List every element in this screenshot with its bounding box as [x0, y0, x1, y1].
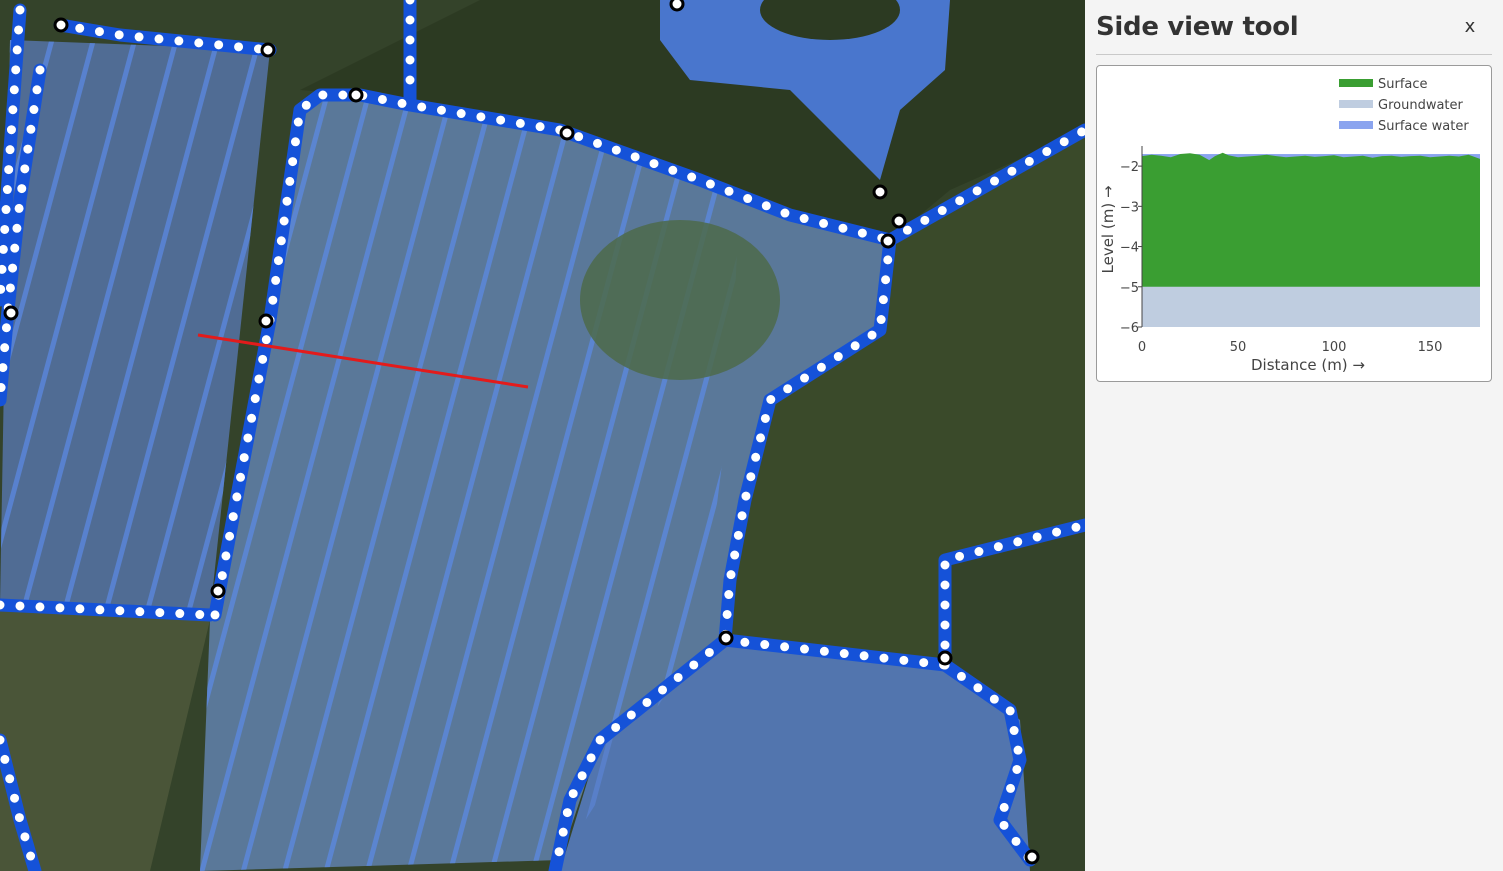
- y-tick-label: −6: [1120, 321, 1139, 336]
- chart-canvas: Surface Groundwater Surface water −2 −3 −4 −5…: [1099, 77, 1480, 374]
- map-view[interactable]: [0, 0, 1085, 871]
- x-tick-label: 50: [1230, 340, 1247, 355]
- node-marker[interactable]: [880, 233, 896, 249]
- node-marker[interactable]: [669, 0, 685, 12]
- side-view-chart: Surface Groundwater Surface water −2 −3 −4 −5…: [1096, 65, 1492, 382]
- x-axis-label: Distance (m) →: [1251, 356, 1365, 374]
- legend-label: Surface: [1378, 77, 1428, 92]
- node-marker[interactable]: [258, 313, 274, 329]
- node-marker[interactable]: [718, 630, 734, 646]
- groundwater-area: [1142, 286, 1480, 327]
- surface-area: [1142, 152, 1480, 287]
- x-tick-label: 150: [1418, 340, 1443, 355]
- title-divider: [1096, 54, 1492, 55]
- legend-swatch: [1339, 121, 1373, 129]
- y-axis-label: Level (m) →: [1099, 185, 1117, 273]
- map-canvas[interactable]: [0, 0, 1085, 871]
- close-button[interactable]: x: [1458, 14, 1482, 40]
- node-marker[interactable]: [260, 42, 276, 58]
- legend-label: Surface water: [1378, 119, 1469, 134]
- node-marker[interactable]: [210, 583, 226, 599]
- node-marker[interactable]: [3, 305, 19, 321]
- panel-title: Side view tool: [1096, 12, 1299, 42]
- side-view-panel: Side view tool x Surface Groundwater Surfa…: [1085, 0, 1503, 871]
- x-tick-label: 0: [1138, 340, 1146, 355]
- node-marker[interactable]: [872, 184, 888, 200]
- node-marker[interactable]: [937, 650, 953, 666]
- chart-legend: Surface Groundwater Surface water: [1339, 77, 1469, 134]
- legend-swatch: [1339, 100, 1373, 108]
- node-marker[interactable]: [348, 87, 364, 103]
- y-tick-label: −2: [1120, 160, 1139, 175]
- node-marker[interactable]: [1024, 849, 1040, 865]
- y-tick-label: −5: [1120, 281, 1139, 296]
- green-patch: [580, 220, 780, 380]
- legend-label: Groundwater: [1378, 98, 1464, 113]
- node-marker[interactable]: [53, 17, 69, 33]
- y-tick-label: −4: [1120, 241, 1139, 256]
- legend-swatch: [1339, 79, 1373, 87]
- y-tick-label: −3: [1120, 200, 1139, 215]
- node-marker[interactable]: [891, 213, 907, 229]
- x-tick-label: 100: [1322, 340, 1347, 355]
- node-marker[interactable]: [559, 125, 575, 141]
- chart-plot-area: [1142, 152, 1480, 327]
